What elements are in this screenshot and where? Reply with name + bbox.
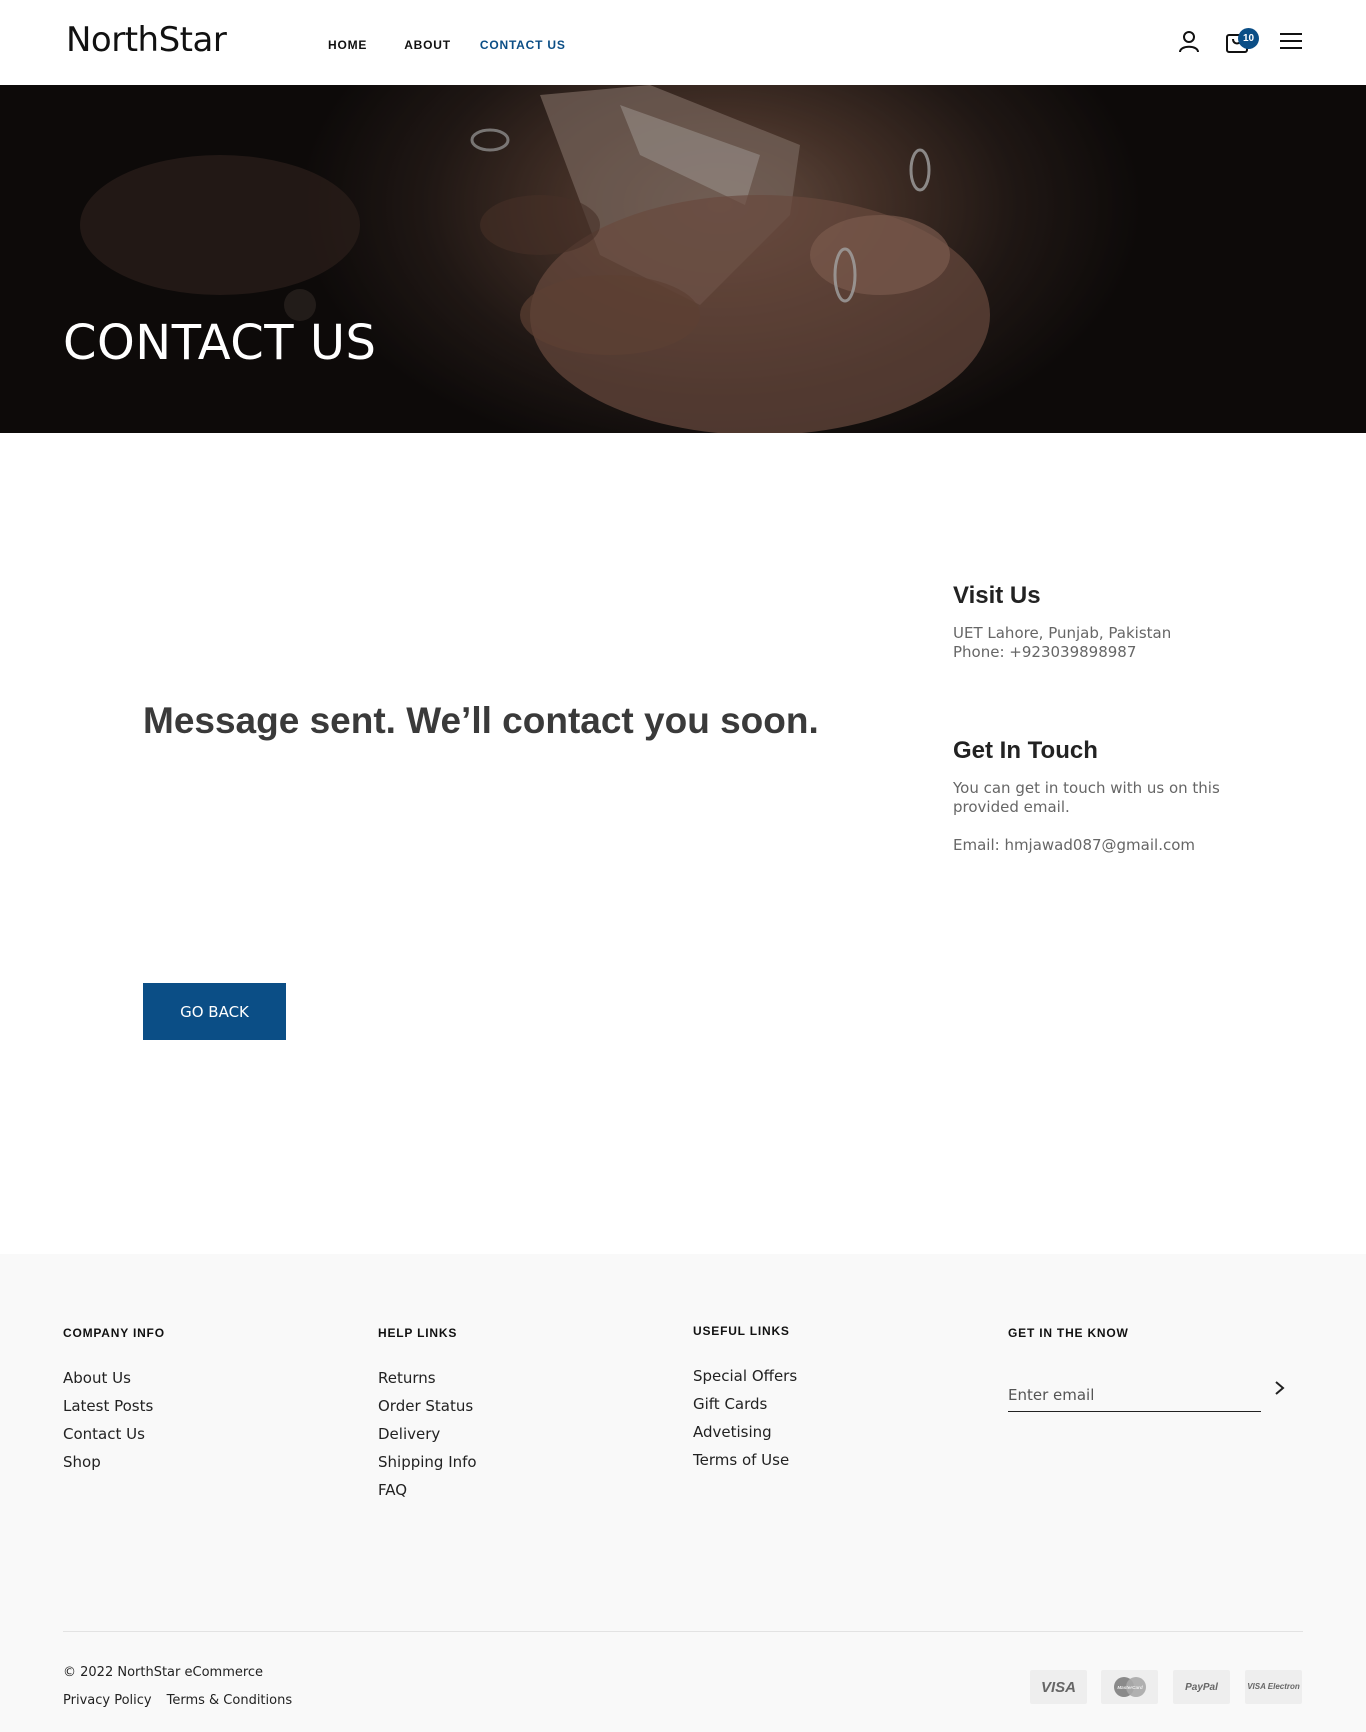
footer-link[interactable]: Delivery: [378, 1420, 477, 1448]
main-nav: HOME ABOUT CONTACT US: [328, 38, 603, 52]
copyright: © 2022 NorthStar eCommerce: [63, 1665, 264, 1680]
newsletter-email-input[interactable]: [1008, 1378, 1261, 1412]
contact-email: Email: hmjawad087@gmail.com: [953, 836, 1195, 854]
get-in-touch-heading: Get In Touch: [953, 737, 1098, 764]
visit-us-heading: Visit Us: [953, 582, 1041, 609]
site-footer: [0, 1254, 1366, 1732]
cart-count-badge: 10: [1238, 28, 1259, 49]
menu-icon[interactable]: [1278, 28, 1304, 54]
footer-link[interactable]: Contact Us: [63, 1420, 153, 1448]
footer-link[interactable]: About Us: [63, 1364, 153, 1392]
footer-link[interactable]: Gift Cards: [693, 1390, 797, 1418]
confirmation-message: Message sent. We’ll contact you soon.: [143, 700, 819, 741]
visit-phone: Phone: +923039898987: [953, 643, 1137, 661]
visa-icon: VISA: [1030, 1670, 1087, 1704]
hero-banner: CONTACT US: [0, 85, 1366, 433]
footer-link[interactable]: Terms of Use: [693, 1446, 797, 1474]
footer-link[interactable]: Shipping Info: [378, 1448, 477, 1476]
footer-col-title-company: COMPANY INFO: [63, 1326, 165, 1340]
footer-useful-links: Special Offers Gift Cards Advetising Ter…: [693, 1362, 797, 1474]
visa-electron-icon: VISA Electron: [1245, 1670, 1302, 1704]
footer-company-links: About Us Latest Posts Contact Us Shop: [63, 1364, 153, 1476]
footer-link[interactable]: Latest Posts: [63, 1392, 153, 1420]
page-title: CONTACT US: [63, 315, 377, 371]
paypal-icon: PayPal: [1173, 1670, 1230, 1704]
nav-contact-us[interactable]: CONTACT US: [480, 38, 566, 52]
footer-link[interactable]: Special Offers: [693, 1362, 797, 1390]
legal-links: Privacy Policy Terms & Conditions: [63, 1693, 307, 1708]
footer-link[interactable]: Shop: [63, 1448, 153, 1476]
site-header: NorthStar HOME ABOUT CONTACT US 10: [0, 0, 1366, 85]
visit-address: UET Lahore, Punjab, Pakistan: [953, 624, 1172, 642]
logo[interactable]: NorthStar: [66, 20, 227, 60]
chevron-right-icon[interactable]: [1272, 1378, 1288, 1398]
footer-link[interactable]: FAQ: [378, 1476, 477, 1504]
footer-link[interactable]: Order Status: [378, 1392, 477, 1420]
hero-image-hands-phone: [0, 85, 1366, 433]
go-back-button[interactable]: GO BACK: [143, 983, 286, 1040]
footer-divider: [63, 1631, 1303, 1632]
footer-help-links: Returns Order Status Delivery Shipping I…: [378, 1364, 477, 1504]
user-icon[interactable]: [1176, 28, 1202, 54]
footer-link[interactable]: Advetising: [693, 1418, 797, 1446]
footer-col-title-useful: USEFUL LINKS: [693, 1324, 790, 1338]
footer-col-title-help: HELP LINKS: [378, 1326, 458, 1340]
footer-link[interactable]: Returns: [378, 1364, 477, 1392]
footer-col-title-newsletter: GET IN THE KNOW: [1008, 1326, 1129, 1340]
terms-conditions-link[interactable]: Terms & Conditions: [167, 1693, 293, 1708]
mastercard-label: MasterCard: [1117, 1685, 1142, 1690]
get-in-touch-description: You can get in touch with us on this pro…: [953, 779, 1220, 816]
privacy-policy-link[interactable]: Privacy Policy: [63, 1693, 152, 1708]
nav-home[interactable]: HOME: [328, 38, 367, 52]
mastercard-icon: MasterCard: [1101, 1670, 1158, 1704]
nav-about[interactable]: ABOUT: [404, 38, 451, 52]
